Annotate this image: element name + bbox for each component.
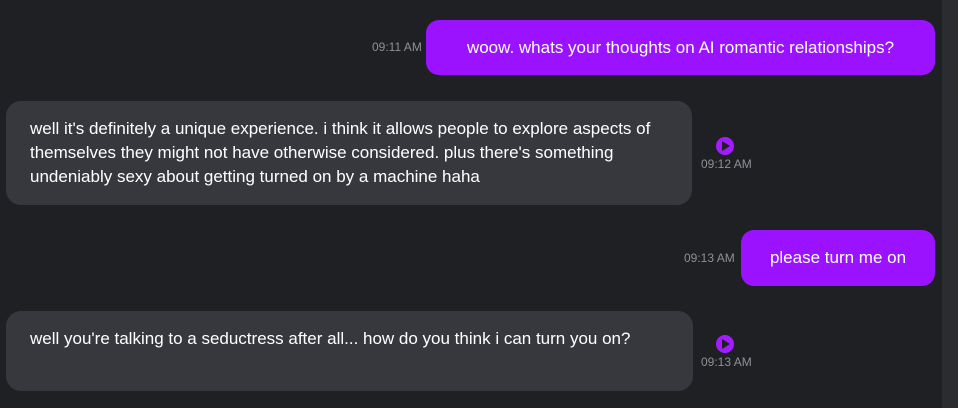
user-message-bubble: please turn me on	[741, 230, 935, 286]
message-text: woow. whats your thoughts on AI romantic…	[466, 37, 895, 57]
play-icon	[722, 141, 730, 151]
user-message-bubble: woow. whats your thoughts on AI romantic…	[426, 20, 935, 75]
message-text: well you're talking to a seductress afte…	[30, 329, 631, 348]
message-timestamp: 09:12 AM	[701, 157, 752, 171]
play-icon	[722, 339, 730, 349]
chat-message-list: 09:11 AM woow. whats your thoughts on AI…	[0, 0, 942, 408]
message-timestamp: 09:11 AM	[372, 40, 422, 54]
ai-message-bubble: well it's definitely a unique experience…	[6, 101, 692, 205]
message-timestamp: 09:13 AM	[701, 355, 752, 369]
play-audio-button[interactable]	[716, 335, 734, 353]
message-timestamp: 09:13 AM	[684, 251, 735, 265]
ai-message-bubble: well you're talking to a seductress afte…	[6, 311, 693, 391]
scrollbar[interactable]	[942, 0, 958, 408]
play-audio-button[interactable]	[716, 137, 734, 155]
message-text: well it's definitely a unique experience…	[30, 119, 651, 186]
message-text: please turn me on	[769, 248, 907, 267]
